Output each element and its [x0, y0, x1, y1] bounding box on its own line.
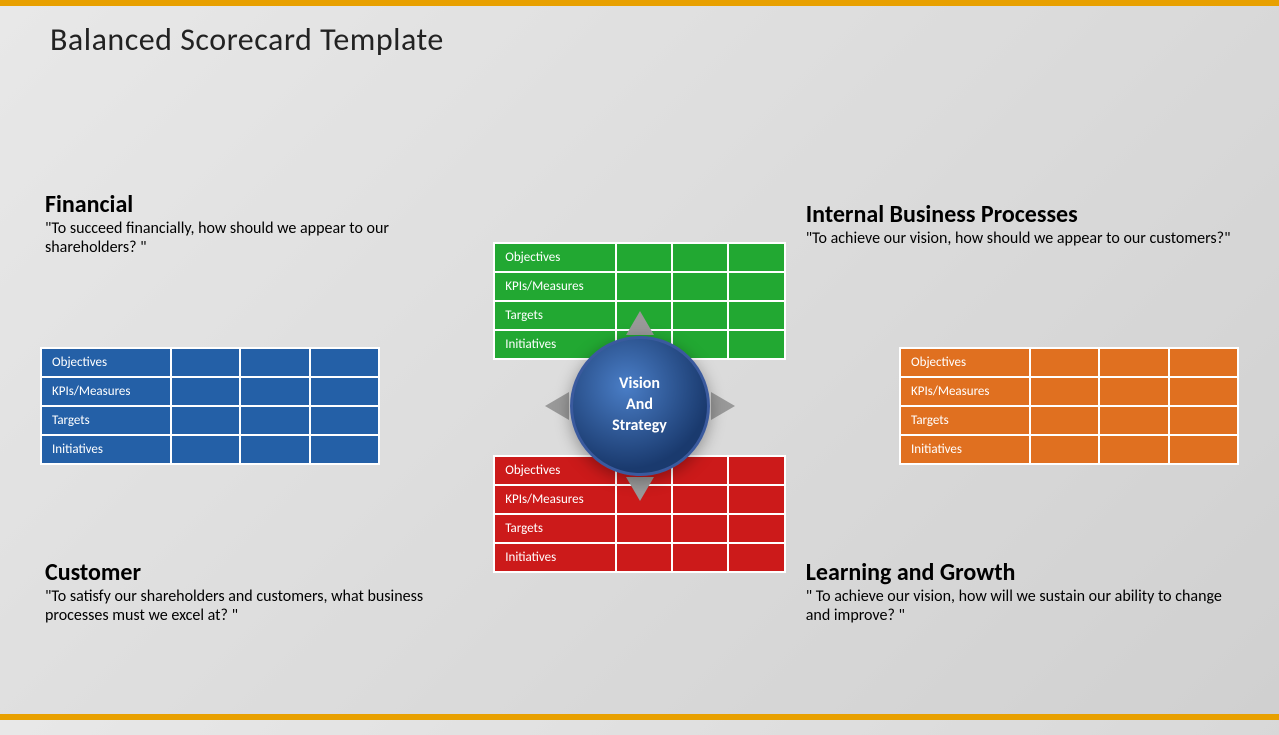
data-cell [1169, 435, 1238, 464]
customer-description: "To satisfy our shareholders and custome… [45, 587, 483, 625]
data-cell [616, 543, 672, 572]
data-cell [672, 514, 728, 543]
row-label: Targets [900, 406, 1030, 435]
data-cell [240, 435, 309, 464]
internal-panel: Internal Business Processes "To achieve … [786, 80, 1249, 368]
table-row: Targets [900, 406, 1238, 435]
data-cell [310, 377, 379, 406]
row-label: KPIs/Measures [900, 377, 1030, 406]
data-cell [1099, 377, 1168, 406]
learning-panel: Learning and Growth " To achieve our vis… [786, 447, 1249, 735]
learning-description: " To achieve our vision, how will we sus… [806, 587, 1239, 625]
data-cell [1030, 377, 1099, 406]
arrow-left-icon [545, 392, 569, 420]
mid-row: Objectives KPIs/Measures Targets [30, 368, 1249, 443]
row-label: Objectives [900, 348, 1030, 377]
data-cell [240, 348, 309, 377]
row-label: Initiatives [900, 435, 1030, 464]
main-layout: Financial "To succeed financially, how s… [30, 80, 1249, 706]
table-row: Targets [494, 514, 785, 543]
table-row: KPIs/Measures [900, 377, 1238, 406]
data-cell [728, 514, 784, 543]
table-row: Initiatives [900, 435, 1238, 464]
data-cell [171, 406, 240, 435]
internal-title: Internal Business Processes [806, 200, 1239, 229]
data-cell [1099, 348, 1168, 377]
slide-title: Balanced Scorecard Template [50, 20, 444, 59]
financial-description: "To succeed financially, how should we a… [45, 219, 483, 257]
data-cell [240, 406, 309, 435]
data-cell [1169, 377, 1238, 406]
financial-title: Financial [45, 190, 483, 219]
data-cell [171, 377, 240, 406]
internal-description: "To achieve our vision, how should we ap… [806, 229, 1239, 248]
learning-title: Learning and Growth [806, 558, 1239, 587]
table-row: KPIs/Measures [494, 272, 785, 301]
data-cell [672, 243, 728, 272]
left-blue-table: Objectives KPIs/Measures Targets [40, 347, 380, 465]
data-cell [1169, 348, 1238, 377]
customer-panel: Customer "To satisfy our shareholders an… [30, 447, 493, 735]
financial-panel: Financial "To succeed financially, how s… [30, 80, 493, 368]
table-row: Objectives [494, 243, 785, 272]
data-cell [672, 272, 728, 301]
arrow-down-icon [626, 477, 654, 501]
row-label: Targets [494, 514, 616, 543]
row-label: Targets [41, 406, 171, 435]
right-orange-table: Objectives KPIs/Measures Targets [899, 347, 1239, 465]
data-cell [616, 243, 672, 272]
data-cell [728, 272, 784, 301]
data-cell [672, 543, 728, 572]
data-cell [728, 543, 784, 572]
arrow-right-icon [711, 392, 735, 420]
table-row: Objectives [41, 348, 379, 377]
data-cell [728, 243, 784, 272]
arrow-up-icon [626, 311, 654, 335]
vision-wrap: VisionAndStrategy [540, 306, 740, 506]
data-cell [171, 348, 240, 377]
row-label: Initiatives [494, 543, 616, 572]
row-label: Objectives [494, 243, 616, 272]
table-row: Targets [41, 406, 379, 435]
row-label: KPIs/Measures [494, 272, 616, 301]
table-row: KPIs/Measures [41, 377, 379, 406]
table-row: Objectives [900, 348, 1238, 377]
slide-border-top [0, 0, 1279, 6]
data-cell [1169, 406, 1238, 435]
data-cell [1030, 406, 1099, 435]
data-cell [240, 377, 309, 406]
table-row: Initiatives [41, 435, 379, 464]
data-cell [1099, 406, 1168, 435]
data-cell [310, 348, 379, 377]
vision-circle: VisionAndStrategy [570, 336, 710, 476]
data-cell [616, 514, 672, 543]
row-label: KPIs/Measures [41, 377, 171, 406]
data-cell [310, 435, 379, 464]
data-cell [171, 435, 240, 464]
data-cell [310, 406, 379, 435]
row-label: Initiatives [41, 435, 171, 464]
table-row: Initiatives [494, 543, 785, 572]
vision-text: VisionAndStrategy [612, 374, 667, 436]
data-cell [1030, 348, 1099, 377]
row-label: Objectives [41, 348, 171, 377]
data-cell [1030, 435, 1099, 464]
data-cell [1099, 435, 1168, 464]
data-cell [616, 272, 672, 301]
customer-title: Customer [45, 558, 483, 587]
